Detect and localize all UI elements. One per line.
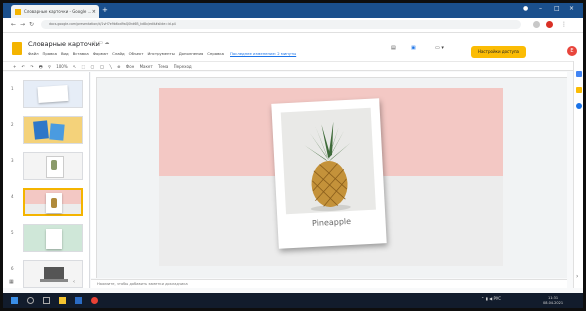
- document-title[interactable]: Словарные карточки: [28, 40, 100, 48]
- slide-number: 5: [11, 230, 14, 235]
- mail-icon[interactable]: [75, 297, 82, 304]
- line-icon[interactable]: ╲: [109, 64, 111, 69]
- menu-tools[interactable]: Инструменты: [148, 51, 175, 56]
- star-icon[interactable]: ☆: [92, 40, 96, 46]
- maximize-icon[interactable]: □: [554, 5, 560, 12]
- extension-icon[interactable]: [533, 21, 540, 28]
- back-icon[interactable]: ←: [11, 21, 16, 28]
- move-icon[interactable]: ▭: [98, 40, 103, 46]
- expand-panel-icon[interactable]: ›: [576, 273, 578, 280]
- profile-icon[interactable]: ●: [523, 5, 528, 12]
- keep-icon[interactable]: [576, 87, 582, 93]
- side-panel: ›: [573, 61, 583, 288]
- zoom-select[interactable]: 100%: [56, 64, 67, 69]
- slide-canvas: Pineapple: [91, 72, 567, 278]
- menu-addons[interactable]: Дополнения: [179, 51, 204, 56]
- search-icon[interactable]: [27, 297, 34, 304]
- slide-filmstrip: 1 2 3 4 5 6 ▦ ‹: [3, 72, 90, 288]
- close-tab-icon[interactable]: ×: [92, 9, 96, 15]
- undo-icon[interactable]: ↶: [22, 64, 25, 69]
- select-icon[interactable]: ↖: [73, 64, 76, 69]
- slide-thumbnail-2[interactable]: [23, 116, 83, 144]
- menu-object[interactable]: Объект: [129, 51, 144, 56]
- slide-number: 3: [11, 158, 14, 163]
- menu-file[interactable]: Файл: [28, 51, 39, 56]
- layout-button[interactable]: Макет: [140, 64, 153, 69]
- system-tray[interactable]: ⌃ ▮ ◀ РУС: [481, 296, 501, 301]
- menu-edit[interactable]: Правка: [43, 51, 57, 56]
- menu-view[interactable]: Вид: [61, 51, 69, 56]
- menu-help[interactable]: Справка: [207, 51, 224, 56]
- paint-format-icon[interactable]: ⚲: [48, 64, 51, 69]
- current-slide[interactable]: Pineapple: [159, 88, 503, 266]
- file-explorer-icon[interactable]: [59, 297, 66, 304]
- last-edit-link[interactable]: Последнее изменение: 2 минуты: [230, 51, 296, 56]
- browser-tab-strip: Словарные карточки - Google ... × + ● – …: [3, 3, 583, 18]
- tasks-icon[interactable]: [576, 103, 582, 109]
- card-caption[interactable]: Pineapple: [277, 215, 385, 230]
- cloud-status-icon: ☁: [104, 40, 110, 46]
- task-view-icon[interactable]: [43, 297, 50, 304]
- slide-thumbnail-3[interactable]: [23, 152, 83, 180]
- print-icon[interactable]: 🖶: [39, 64, 43, 69]
- slide-number: 2: [11, 122, 14, 127]
- slides-logo-icon[interactable]: [12, 42, 22, 55]
- comments-icon[interactable]: ▤: [391, 45, 396, 51]
- browser-tab-title: Словарные карточки - Google ...: [24, 9, 92, 14]
- slide-number: 1: [11, 86, 14, 91]
- windows-taskbar: ⌃ ▮ ◀ РУС 11:31 08.04.2021: [3, 293, 583, 308]
- browser-tab[interactable]: Словарные карточки - Google ... ×: [11, 5, 99, 18]
- theme-button[interactable]: Тема: [158, 64, 168, 69]
- reload-icon[interactable]: ↻: [29, 21, 34, 28]
- url-field[interactable]: docs.google.com/presentation/d/1vH7e9b6x…: [41, 20, 521, 29]
- pineapple-icon: [304, 121, 351, 212]
- menu-bar: Файл Правка Вид Вставка Формат Слайд Объ…: [28, 51, 296, 56]
- slide-thumbnail-5[interactable]: [23, 224, 83, 252]
- share-button[interactable]: Настройки доступа: [471, 46, 526, 58]
- polaroid-card[interactable]: Pineapple: [271, 98, 387, 249]
- toolbar: + ↶ ↷ 🖶 ⚲ 100% ↖ ⬚ ▢ ◯ ╲ ⊕ Фон Макет Тем…: [3, 61, 573, 71]
- forward-icon[interactable]: →: [20, 21, 25, 28]
- minimize-icon[interactable]: –: [539, 5, 542, 12]
- start-icon[interactable]: [11, 297, 18, 304]
- redo-icon[interactable]: ↷: [30, 64, 33, 69]
- present-button-icon[interactable]: ▭ ▾: [435, 45, 444, 51]
- title-actions: ☆ ▭ ☁: [92, 40, 109, 46]
- shape-icon[interactable]: ◯: [100, 64, 104, 69]
- collapse-filmstrip-icon[interactable]: ‹: [73, 279, 75, 285]
- slide-thumbnail-4[interactable]: [23, 188, 83, 216]
- language-indicator[interactable]: РУС: [493, 296, 501, 301]
- clock-date: 08.04.2021: [543, 300, 564, 305]
- pineapple-image[interactable]: [280, 107, 376, 215]
- comment-add-icon[interactable]: ⊕: [117, 64, 120, 69]
- avatar[interactable]: Е: [567, 46, 577, 56]
- menu-insert[interactable]: Вставка: [73, 51, 89, 56]
- clock[interactable]: 11:31 08.04.2021: [543, 296, 563, 305]
- screen: Словарные карточки - Google ... × + ● – …: [0, 0, 586, 311]
- calendar-icon[interactable]: [576, 71, 582, 77]
- slide-number: 4: [11, 194, 14, 199]
- chrome-icon[interactable]: [91, 297, 98, 304]
- new-tab-icon[interactable]: +: [102, 6, 108, 14]
- account-icon[interactable]: [546, 21, 553, 28]
- slide-thumbnail-1[interactable]: [23, 80, 83, 108]
- image-icon[interactable]: ▢: [91, 64, 95, 69]
- background-button[interactable]: Фон: [126, 64, 135, 69]
- address-bar-row: ← → ↻ docs.google.com/presentation/d/1vH…: [3, 18, 583, 33]
- textbox-icon[interactable]: ⬚: [82, 64, 86, 69]
- browser-menu-icon[interactable]: ⋮: [561, 21, 567, 28]
- menu-format[interactable]: Формат: [93, 51, 108, 56]
- slide-number: 6: [11, 266, 14, 271]
- horizontal-ruler: [91, 72, 567, 78]
- present-mode-icon[interactable]: ▣: [411, 45, 416, 51]
- close-window-icon[interactable]: ×: [569, 5, 574, 12]
- slides-favicon-icon: [15, 8, 21, 15]
- new-slide-button[interactable]: +: [13, 64, 16, 69]
- transition-button[interactable]: Переход: [174, 64, 192, 69]
- grid-view-icon[interactable]: ▦: [9, 279, 14, 285]
- slides-header: Словарные карточки ☆ ▭ ☁ Файл Правка Вид…: [3, 33, 583, 61]
- vertical-ruler: [91, 77, 97, 278]
- speaker-notes[interactable]: Нажмите, чтобы добавить заметки докладчи…: [91, 279, 567, 288]
- menu-slide[interactable]: Слайд: [112, 51, 125, 56]
